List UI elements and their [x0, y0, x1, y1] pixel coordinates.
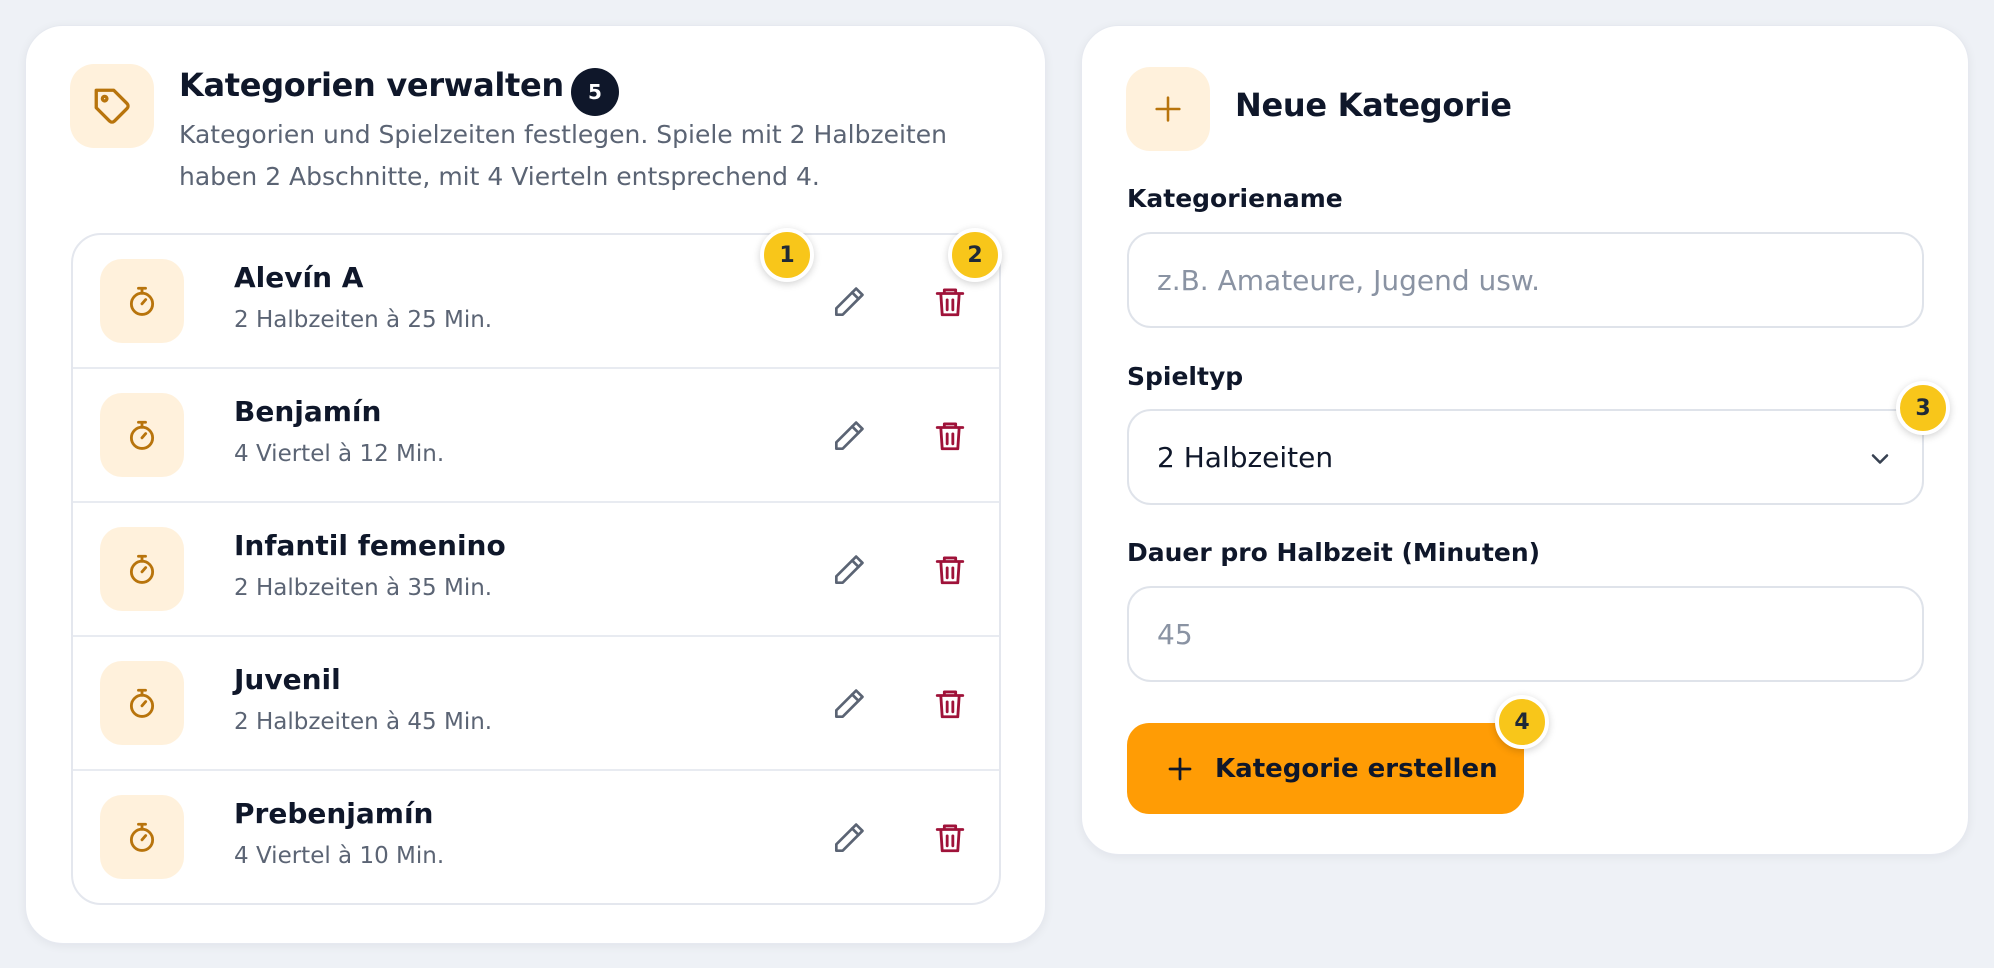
pencil-icon	[834, 421, 864, 451]
edit-button[interactable]	[821, 810, 877, 866]
pencil-icon	[834, 287, 864, 317]
stopwatch-icon	[100, 527, 184, 611]
marker-badge: 1	[760, 228, 814, 282]
edit-button[interactable]	[821, 676, 877, 732]
list-item: Prebenjamín 4 Viertel à 10 Min.	[73, 771, 999, 903]
marker-badge: 4	[1495, 695, 1549, 749]
page-description: Kategorien und Spielzeiten festlegen. Sp…	[179, 120, 947, 191]
edit-button[interactable]	[821, 542, 877, 598]
edit-button[interactable]	[821, 408, 877, 464]
stopwatch-icon	[100, 795, 184, 879]
trash-icon	[935, 422, 965, 451]
trash-icon	[935, 288, 965, 317]
game-type-value: 2 Halbzeiten	[1157, 440, 1334, 474]
category-name-label: Kategoriename	[1127, 184, 1343, 213]
game-type-label: Spieltyp	[1127, 362, 1244, 391]
duration-input[interactable]	[1127, 586, 1924, 682]
stopwatch-icon	[100, 661, 184, 745]
form-title: Neue Kategorie	[1235, 86, 1512, 124]
category-name-input[interactable]	[1127, 232, 1924, 328]
stopwatch-icon	[100, 393, 184, 477]
plus-icon	[1168, 757, 1192, 780]
trash-icon	[935, 690, 965, 719]
category-detail: 2 Halbzeiten à 35 Min.	[234, 575, 493, 601]
duration-label: Dauer pro Halbzeit (Minuten)	[1127, 538, 1541, 567]
category-detail: 2 Halbzeiten à 45 Min.	[234, 709, 493, 735]
create-category-button[interactable]: Kategorie erstellen	[1127, 723, 1524, 814]
pencil-icon	[834, 689, 864, 719]
category-detail: 4 Viertel à 10 Min.	[234, 843, 445, 869]
category-detail: 2 Halbzeiten à 25 Min.	[234, 307, 493, 333]
category-count-badge: 5	[571, 68, 619, 116]
category-name: Benjamín	[234, 395, 382, 428]
tag-icon	[70, 64, 154, 148]
marker-badge: 3	[1896, 381, 1950, 435]
list-item: Juvenil 2 Halbzeiten à 45 Min.	[73, 637, 999, 771]
list-item: Infantil femenino 2 Halbzeiten à 35 Min.	[73, 503, 999, 637]
category-name: Infantil femenino	[234, 529, 506, 562]
category-name: Prebenjamín	[234, 797, 434, 830]
pencil-icon	[834, 555, 864, 585]
marker-badge: 2	[948, 228, 1002, 282]
plus-icon	[1126, 67, 1210, 151]
trash-icon	[935, 824, 965, 853]
chevron-down-icon	[1871, 454, 1889, 464]
delete-button[interactable]	[922, 676, 978, 732]
list-item: Alevín A 2 Halbzeiten à 25 Min.	[73, 235, 999, 369]
pencil-icon	[834, 823, 864, 853]
create-category-label: Kategorie erstellen	[1215, 753, 1498, 784]
edit-button[interactable]	[821, 274, 877, 330]
category-name: Juvenil	[234, 663, 341, 696]
delete-button[interactable]	[922, 542, 978, 598]
trash-icon	[935, 556, 965, 585]
category-detail: 4 Viertel à 12 Min.	[234, 441, 445, 467]
delete-button[interactable]	[922, 274, 978, 330]
delete-button[interactable]	[922, 810, 978, 866]
stopwatch-icon	[100, 259, 184, 343]
category-list: Alevín A 2 Halbzeiten à 25 Min. Benjamín…	[71, 233, 1001, 905]
page-title: Kategorien verwalten	[179, 66, 564, 104]
list-item: Benjamín 4 Viertel à 12 Min.	[73, 369, 999, 503]
category-name: Alevín A	[234, 261, 364, 294]
delete-button[interactable]	[922, 408, 978, 464]
manage-categories-card: Kategorien verwalten 5 Kategorien und Sp…	[25, 25, 1046, 944]
game-type-select[interactable]: 2 Halbzeiten	[1127, 409, 1924, 505]
